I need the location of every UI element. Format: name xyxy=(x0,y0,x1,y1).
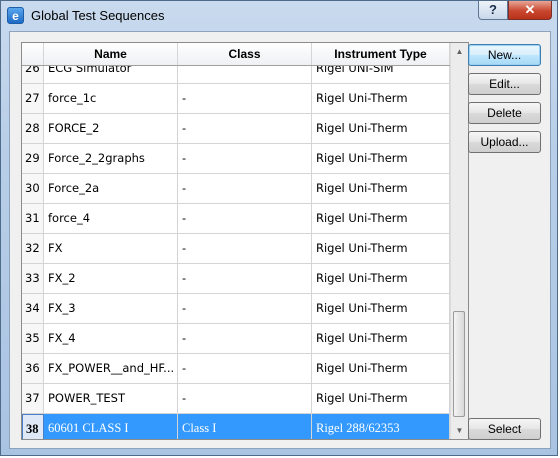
row-number-header xyxy=(22,43,44,65)
delete-button[interactable]: Delete xyxy=(468,102,541,124)
row-number: 31 xyxy=(22,204,44,233)
column-header-class[interactable]: Class xyxy=(178,43,312,65)
cell-instrument-type: Rigel UNI-SIM xyxy=(312,65,450,83)
upload-button[interactable]: Upload... xyxy=(468,131,541,153)
cell-class: Class I xyxy=(178,414,312,439)
row-number: 27 xyxy=(22,84,44,113)
sequences-table: Name Class Instrument Type 26 ECG Simulat… xyxy=(21,42,469,440)
table-row[interactable]: 35 FX_4- Rigel Uni-Therm xyxy=(22,324,450,354)
cell-class: - xyxy=(178,114,312,143)
cell-name: Force_2_2graphs xyxy=(44,144,178,173)
cell-class: - xyxy=(178,84,312,113)
row-number: 35 xyxy=(22,324,44,353)
row-number: 28 xyxy=(22,114,44,143)
cell-class: - xyxy=(178,144,312,173)
title-bar[interactable]: e Global Test Sequences ? ✕ xyxy=(1,1,557,31)
cell-instrument-type: Rigel Uni-Therm xyxy=(312,144,450,173)
table-row[interactable]: 37 POWER_TEST - Rigel Uni-Therm xyxy=(22,384,450,414)
table-row-selected[interactable]: 38 60601 CLASS I Class I Rigel 288/62353 xyxy=(22,414,450,439)
cell-name: force_4 xyxy=(44,204,178,233)
cell-class xyxy=(178,65,312,83)
window-title: Global Test Sequences xyxy=(31,8,165,23)
table-row[interactable]: 26 ECG Simulator Rigel UNI-SIM xyxy=(22,65,450,84)
cell-name: FORCE_2 xyxy=(44,114,178,143)
cell-name: FX_POWER__and_HF... xyxy=(44,354,178,383)
cell-name: FX_4 xyxy=(44,324,178,353)
dialog-body: Name Class Instrument Type 26 ECG Simulat… xyxy=(9,31,551,449)
cell-instrument-type: Rigel Uni-Therm xyxy=(312,354,450,383)
cell-class: - xyxy=(178,294,312,323)
cell-class: - xyxy=(178,324,312,353)
table-header: Name Class Instrument Type xyxy=(22,43,450,66)
cell-instrument-type: Rigel Uni-Therm xyxy=(312,384,450,413)
cell-instrument-type: Rigel Uni-Therm xyxy=(312,174,450,203)
table-row[interactable]: 28 FORCE_2- Rigel Uni-Therm xyxy=(22,114,450,144)
cell-class: - xyxy=(178,354,312,383)
table-row[interactable]: 34 FX_3- Rigel Uni-Therm xyxy=(22,294,450,324)
table-row[interactable]: 27 force_1c - Rigel Uni-Therm xyxy=(22,84,450,114)
row-number: 29 xyxy=(22,144,44,173)
scrollbar-thumb[interactable] xyxy=(453,311,465,417)
scroll-down-arrow-icon[interactable]: ▼ xyxy=(451,422,468,439)
cell-instrument-type: Rigel Uni-Therm xyxy=(312,84,450,113)
scroll-up-arrow-icon[interactable]: ▲ xyxy=(451,43,468,60)
cell-class: - xyxy=(178,234,312,263)
cell-name: POWER_TEST xyxy=(44,384,178,413)
dialog-window: e Global Test Sequences ? ✕ Name Class I… xyxy=(0,0,558,456)
cell-name: FX_2 xyxy=(44,264,178,293)
table-row[interactable]: 32 FX - Rigel Uni-Therm xyxy=(22,234,450,264)
table-row[interactable]: 31 force_4- Rigel Uni-Therm xyxy=(22,204,450,234)
select-button[interactable]: Select xyxy=(468,418,541,440)
cell-name: FX xyxy=(44,234,178,263)
row-number: 32 xyxy=(22,234,44,263)
cell-class: - xyxy=(178,174,312,203)
cell-name: ECG Simulator xyxy=(44,65,178,83)
column-header-name[interactable]: Name xyxy=(44,43,178,65)
cell-name: 60601 CLASS I xyxy=(44,414,178,439)
edit-button[interactable]: Edit... xyxy=(468,73,541,95)
table-row[interactable]: 33 FX_2- Rigel Uni-Therm xyxy=(22,264,450,294)
row-number: 34 xyxy=(22,294,44,323)
cell-instrument-type: Rigel Uni-Therm xyxy=(312,114,450,143)
cell-name: Force_2a xyxy=(44,174,178,203)
table-row[interactable]: 29 Force_2_2graphs - Rigel Uni-Therm xyxy=(22,144,450,174)
cell-instrument-type: Rigel 288/62353 xyxy=(312,414,450,439)
cell-instrument-type: Rigel Uni-Therm xyxy=(312,264,450,293)
row-number: 36 xyxy=(22,354,44,383)
cell-name: FX_3 xyxy=(44,294,178,323)
cell-instrument-type: Rigel Uni-Therm xyxy=(312,204,450,233)
column-header-instrument-type[interactable]: Instrument Type xyxy=(312,43,450,65)
vertical-scrollbar[interactable]: ▲ ▼ xyxy=(450,43,468,439)
row-number: 38 xyxy=(22,414,44,439)
cell-class: - xyxy=(178,204,312,233)
table-row[interactable]: 30 Force_2a - Rigel Uni-Therm xyxy=(22,174,450,204)
table-row[interactable]: 36 FX_POWER__and_HF... - Rigel Uni-Therm xyxy=(22,354,450,384)
new-button[interactable]: New... xyxy=(468,44,541,66)
table-body: 26 ECG Simulator Rigel UNI-SIM 27 force_1c - R… xyxy=(22,65,450,439)
close-button[interactable]: ✕ xyxy=(508,1,552,20)
row-number: 37 xyxy=(22,384,44,413)
cell-instrument-type: Rigel Uni-Therm xyxy=(312,294,450,323)
help-button[interactable]: ? xyxy=(478,1,508,20)
cell-instrument-type: Rigel Uni-Therm xyxy=(312,324,450,353)
row-number: 26 xyxy=(22,65,44,83)
row-number: 33 xyxy=(22,264,44,293)
cell-instrument-type: Rigel Uni-Therm xyxy=(312,234,450,263)
app-icon: e xyxy=(7,7,24,24)
cell-class: - xyxy=(178,384,312,413)
cell-class: - xyxy=(178,264,312,293)
row-number: 30 xyxy=(22,174,44,203)
cell-name: force_1c xyxy=(44,84,178,113)
